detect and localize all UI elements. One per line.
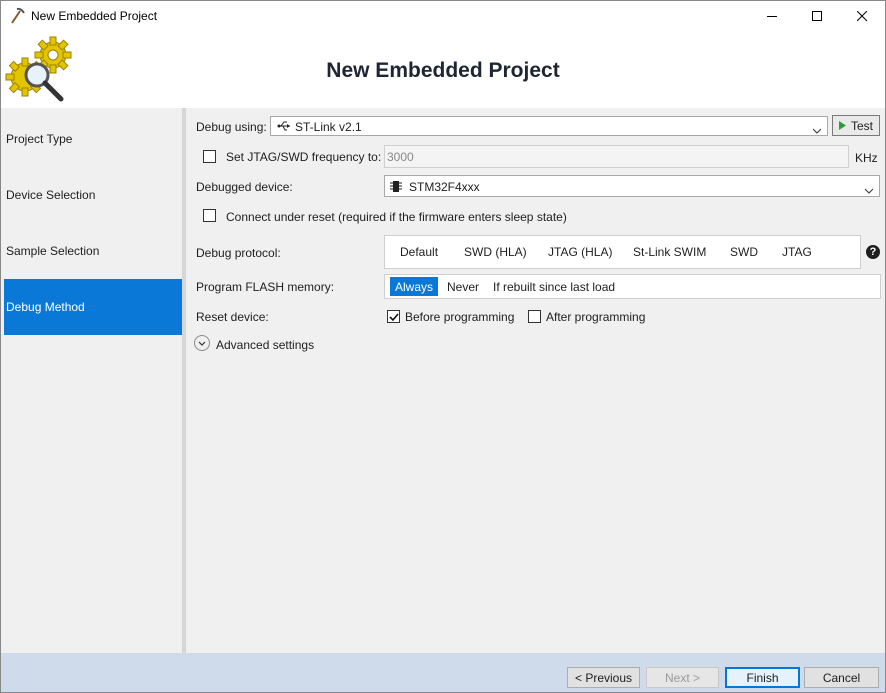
program-flash-selector: Always Never If rebuilt since last load bbox=[384, 274, 881, 299]
debugged-device-select[interactable]: STM32F4xxx bbox=[384, 175, 880, 197]
minimize-button[interactable] bbox=[749, 1, 795, 31]
debugged-device-label: Debugged device: bbox=[196, 180, 293, 194]
sidebar-item-sample-selection[interactable]: Sample Selection bbox=[4, 223, 182, 279]
next-button-label: Next > bbox=[664, 670, 700, 685]
title-bar: New Embedded Project bbox=[1, 1, 885, 31]
protocol-option-swd[interactable]: SWD bbox=[730, 236, 758, 268]
wizard-footer: < Previous Next > Finish Cancel bbox=[1, 653, 885, 692]
debug-using-value: ST-Link v2.1 bbox=[295, 120, 362, 134]
connect-under-reset-label: Connect under reset (required if the fir… bbox=[226, 210, 567, 224]
before-programming-label: Before programming bbox=[405, 310, 515, 324]
cancel-button[interactable]: Cancel bbox=[804, 667, 879, 688]
debug-protocol-label: Debug protocol: bbox=[196, 246, 281, 260]
finish-button-label: Finish bbox=[746, 670, 779, 685]
sidebar-item-label: Sample Selection bbox=[6, 244, 100, 258]
program-flash-label: Program FLASH memory: bbox=[196, 280, 335, 294]
jtag-frequency-label: Set JTAG/SWD frequency to: bbox=[226, 150, 382, 164]
jtag-frequency-input[interactable]: 3000 bbox=[384, 145, 849, 168]
usb-icon bbox=[277, 120, 291, 135]
debug-settings-panel: Debug using: ST-Link v2.1 Test Set JTAG/… bbox=[186, 108, 885, 653]
play-icon bbox=[838, 119, 846, 133]
previous-button-label: < Previous bbox=[574, 670, 633, 685]
chevron-down-icon bbox=[812, 123, 822, 137]
sidebar-item-label: Project Type bbox=[6, 132, 73, 146]
reset-device-label: Reset device: bbox=[196, 310, 269, 324]
wizard-header: New Embedded Project bbox=[1, 31, 885, 107]
test-button-label: Test bbox=[850, 118, 873, 133]
chevron-down-icon bbox=[864, 183, 874, 197]
pickaxe-icon bbox=[9, 7, 25, 25]
chevron-down-icon bbox=[198, 341, 206, 346]
flash-option-if-rebuilt[interactable]: If rebuilt since last load bbox=[493, 275, 615, 298]
next-button[interactable]: Next > bbox=[646, 667, 719, 688]
dialog-window: New Embedded Project New Embedded Projec… bbox=[0, 0, 886, 693]
debug-protocol-selector: Default SWD (HLA) JTAG (HLA) St-Link SWI… bbox=[384, 235, 861, 269]
chip-icon bbox=[390, 180, 402, 196]
help-icon[interactable]: ? bbox=[866, 245, 880, 259]
minimize-icon bbox=[766, 11, 778, 22]
debugged-device-value: STM32F4xxx bbox=[409, 180, 480, 194]
protocol-option-stlink-swim[interactable]: St-Link SWIM bbox=[633, 236, 706, 268]
close-button[interactable] bbox=[839, 1, 885, 31]
flash-option-never[interactable]: Never bbox=[447, 275, 479, 298]
checkmark-icon bbox=[389, 313, 399, 322]
before-programming-checkbox[interactable] bbox=[387, 310, 400, 323]
after-programming-checkbox[interactable] bbox=[528, 310, 541, 323]
previous-button[interactable]: < Previous bbox=[567, 667, 640, 688]
sidebar-item-project-type[interactable]: Project Type bbox=[4, 111, 182, 167]
sidebar-item-debug-method[interactable]: Debug Method bbox=[4, 279, 182, 335]
page-title: New Embedded Project bbox=[326, 59, 560, 82]
sidebar-item-device-selection[interactable]: Device Selection bbox=[4, 167, 182, 223]
protocol-option-swd-hla[interactable]: SWD (HLA) bbox=[464, 236, 527, 268]
protocol-option-jtag-hla[interactable]: JTAG (HLA) bbox=[548, 236, 612, 268]
connect-under-reset-checkbox[interactable] bbox=[203, 209, 216, 222]
sidebar-item-label: Debug Method bbox=[6, 300, 85, 314]
cancel-button-label: Cancel bbox=[822, 670, 861, 685]
protocol-option-jtag[interactable]: JTAG bbox=[782, 236, 812, 268]
debug-using-label: Debug using: bbox=[196, 120, 267, 134]
sidebar-item-label: Device Selection bbox=[6, 188, 96, 202]
close-icon bbox=[856, 10, 868, 22]
maximize-icon bbox=[811, 10, 823, 22]
finish-button[interactable]: Finish bbox=[725, 667, 800, 688]
wizard-sidebar: Project Type Device Selection Sample Sel… bbox=[1, 108, 182, 653]
jtag-frequency-checkbox[interactable] bbox=[203, 150, 216, 163]
flash-option-always[interactable]: Always bbox=[390, 277, 439, 296]
protocol-option-default[interactable]: Default bbox=[400, 236, 438, 268]
test-button[interactable]: Test bbox=[832, 115, 880, 136]
frequency-unit-label: KHz bbox=[855, 151, 878, 165]
debug-using-select[interactable]: ST-Link v2.1 bbox=[270, 116, 828, 136]
window-title: New Embedded Project bbox=[31, 9, 158, 23]
after-programming-label: After programming bbox=[546, 310, 646, 324]
advanced-settings-label[interactable]: Advanced settings bbox=[216, 338, 314, 352]
advanced-settings-toggle[interactable] bbox=[194, 335, 210, 351]
maximize-button[interactable] bbox=[794, 1, 840, 31]
